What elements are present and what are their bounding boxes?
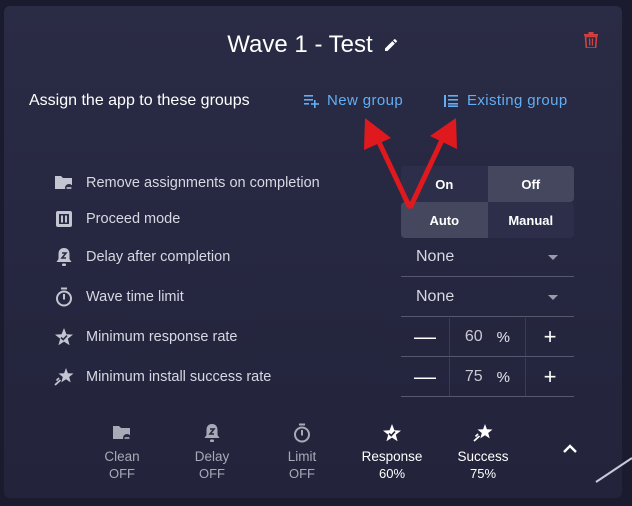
time-limit-value: None bbox=[416, 288, 455, 305]
setting-label: Wave time limit bbox=[86, 289, 184, 305]
percent-unit: % bbox=[496, 328, 510, 346]
summary-response: Response 60% bbox=[352, 422, 432, 481]
decrement-button[interactable]: — bbox=[401, 318, 449, 356]
summary-state: 75% bbox=[469, 466, 497, 481]
summary-limit: Limit OFF bbox=[262, 422, 342, 481]
assign-groups-row: Assign the app to these groups New group… bbox=[29, 88, 592, 114]
summary-name: Success bbox=[457, 449, 509, 464]
shooting-star-icon bbox=[54, 367, 74, 387]
remove-assignments-toggle: On Off bbox=[401, 166, 574, 202]
summary-name: Clean bbox=[104, 449, 140, 464]
toggle-on-option[interactable]: On bbox=[401, 166, 488, 202]
setting-delay: Delay after completion bbox=[54, 246, 230, 268]
folder-remove-icon bbox=[54, 173, 74, 193]
setting-min-response: Minimum response rate bbox=[54, 326, 238, 348]
folder-remove-icon bbox=[113, 426, 131, 442]
trash-icon[interactable] bbox=[584, 32, 598, 48]
toggle-off-option[interactable]: Off bbox=[487, 166, 574, 202]
summary-delay: Delay OFF bbox=[172, 422, 252, 481]
summary-state: OFF bbox=[289, 466, 315, 481]
settings-summary: Clean OFF Delay OFF Limit OFF Response 6… bbox=[4, 422, 622, 488]
increment-button[interactable]: + bbox=[526, 358, 574, 396]
list-icon bbox=[444, 94, 458, 107]
setting-proceed-mode: Proceed mode bbox=[54, 208, 180, 230]
min-response-value: 60 bbox=[464, 328, 483, 345]
wave-name: Wave 1 - Test bbox=[227, 31, 373, 58]
pencil-icon[interactable] bbox=[383, 37, 399, 53]
wave-dialog: Wave 1 - Test Assign the app to these gr… bbox=[4, 6, 622, 498]
setting-min-install: Minimum install success rate bbox=[54, 366, 271, 388]
new-group-label: New group bbox=[327, 92, 404, 109]
percent-unit: % bbox=[496, 368, 510, 386]
bell-sleep-icon bbox=[204, 424, 220, 442]
summary-name: Limit bbox=[287, 449, 317, 464]
pause-box-icon bbox=[54, 209, 74, 229]
timer-icon bbox=[54, 287, 74, 307]
bell-sleep-icon bbox=[54, 247, 74, 267]
toggle-manual-option[interactable]: Manual bbox=[488, 202, 575, 238]
setting-label: Minimum install success rate bbox=[86, 369, 272, 385]
setting-label: Remove assignments on completion bbox=[86, 175, 320, 191]
chevron-up-icon[interactable] bbox=[562, 442, 578, 454]
decrement-button[interactable]: — bbox=[401, 358, 449, 396]
assign-label: Assign the app to these groups bbox=[29, 92, 250, 109]
min-install-value: 75 bbox=[464, 368, 483, 385]
toggle-auto-option[interactable]: Auto bbox=[401, 202, 488, 238]
setting-time-limit: Wave time limit bbox=[54, 286, 184, 308]
existing-group-button[interactable]: Existing group bbox=[443, 92, 568, 109]
min-response-stepper: — 60 % + bbox=[401, 318, 574, 357]
time-limit-select[interactable]: None bbox=[401, 278, 574, 317]
increment-button[interactable]: + bbox=[526, 318, 574, 356]
proceed-mode-toggle: Auto Manual bbox=[401, 202, 574, 238]
dropdown-arrow-icon bbox=[548, 254, 558, 260]
star-check-icon bbox=[383, 424, 401, 442]
playlist-add-icon bbox=[304, 94, 319, 108]
delay-select[interactable]: None bbox=[401, 238, 574, 277]
setting-label: Minimum response rate bbox=[86, 329, 238, 345]
summary-name: Delay bbox=[194, 449, 230, 464]
shooting-star-icon bbox=[473, 424, 493, 442]
setting-label: Delay after completion bbox=[86, 249, 231, 265]
existing-group-label: Existing group bbox=[467, 92, 568, 109]
dialog-title: Wave 1 - Test bbox=[227, 31, 398, 59]
title-bar: Wave 1 - Test bbox=[4, 31, 622, 59]
summary-success: Success 75% bbox=[443, 422, 523, 481]
summary-state: 60% bbox=[378, 466, 406, 481]
stepper-value-box[interactable]: 75 % bbox=[449, 358, 526, 396]
new-group-button[interactable]: New group bbox=[303, 92, 403, 109]
min-install-stepper: — 75 % + bbox=[401, 358, 574, 397]
timer-icon bbox=[294, 423, 310, 443]
setting-label: Proceed mode bbox=[86, 211, 181, 227]
dropdown-arrow-icon bbox=[548, 294, 558, 300]
star-check-icon bbox=[54, 327, 74, 347]
summary-state: OFF bbox=[199, 466, 225, 481]
stepper-value-box[interactable]: 60 % bbox=[449, 318, 526, 356]
setting-remove-assignments: Remove assignments on completion bbox=[54, 172, 320, 194]
summary-name: Response bbox=[361, 449, 423, 464]
summary-state: OFF bbox=[109, 466, 135, 481]
summary-clean: Clean OFF bbox=[82, 422, 162, 481]
delay-value: None bbox=[416, 248, 455, 265]
